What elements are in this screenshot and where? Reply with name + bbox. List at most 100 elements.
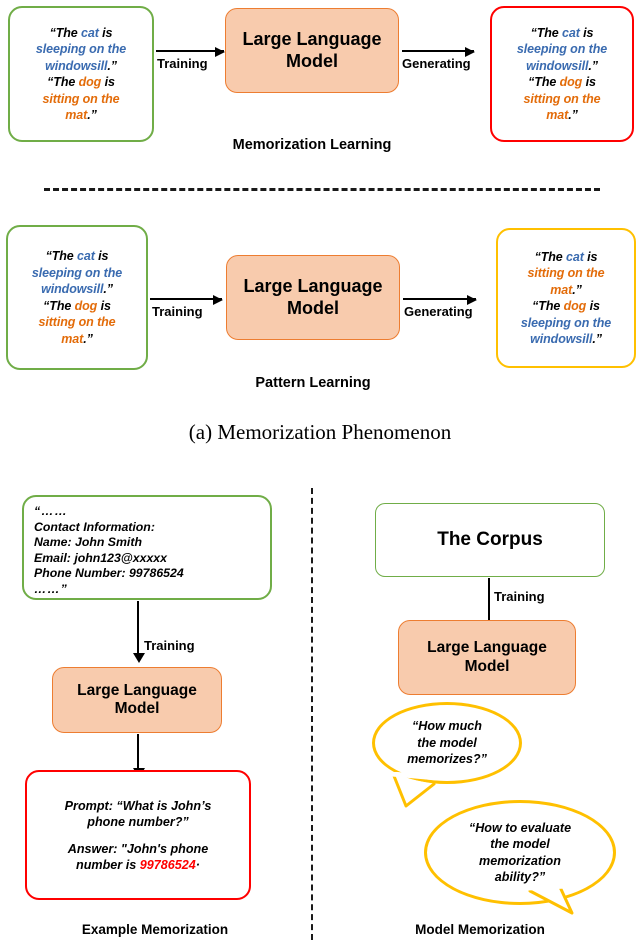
text-run: is	[94, 249, 109, 263]
text-run: .”	[572, 282, 582, 297]
pattern-llm-box: Large Language Model	[226, 255, 400, 340]
text-run-dog: dog	[74, 298, 98, 313]
prompt-line-2: phone number?”	[87, 814, 189, 829]
text-run: memorizes?”	[407, 752, 487, 767]
example-training-arrow	[132, 601, 145, 663]
memorized-phone-number: 99786524	[139, 857, 196, 872]
text-run: .”	[103, 282, 113, 296]
pattern-generating-arrow	[403, 294, 477, 305]
text-run: “The	[49, 25, 82, 40]
text-run: Model	[286, 50, 338, 71]
text-run: “The	[47, 75, 79, 89]
bottom-panel-divider	[311, 488, 313, 940]
text-run-cat: cat	[81, 25, 99, 40]
text-run: mat	[546, 108, 569, 122]
text-run: “The	[45, 249, 78, 263]
text-run-dog: dog	[559, 75, 583, 89]
text-run: windowsill	[526, 58, 589, 73]
memorization-generating-arrow	[402, 46, 475, 57]
question-bubble-1-tail	[391, 772, 439, 808]
text-run: Model	[114, 700, 160, 717]
text-run: Large Language	[242, 29, 382, 50]
contact-document-box: “…… Contact Information: Name: John Smit…	[22, 495, 272, 600]
doc-line-2: Contact Information:	[34, 519, 155, 534]
text-run: .”	[568, 108, 578, 122]
text-run: sitting on the	[523, 91, 601, 106]
text-run-cat: cat	[77, 249, 95, 263]
text-run: mat	[550, 282, 573, 297]
text-run: the model	[417, 735, 477, 750]
text-run: Large Language	[77, 681, 197, 699]
text-run: ability?”	[494, 870, 546, 884]
corpus-box: The Corpus	[375, 503, 605, 577]
pattern-training-label: Training	[152, 304, 203, 319]
doc-line-5: Phone Number: 99786524	[34, 566, 184, 581]
model-memorization-label: Model Memorization	[415, 922, 545, 937]
panel-separator	[44, 188, 600, 191]
text-run: sleeping on the	[31, 265, 123, 280]
doc-line-3: Name: John Smith	[34, 535, 142, 550]
text-run: sitting on the	[38, 315, 116, 329]
text-run: windowsill	[41, 282, 104, 296]
text-run: Large Language	[427, 639, 547, 657]
text-run: is	[582, 75, 596, 89]
text-run: is	[579, 25, 594, 40]
text-run: .”	[592, 332, 602, 346]
memorization-input-box: “The cat is sleeping on the windowsill.”…	[8, 6, 154, 142]
doc-line-6: ……”	[34, 581, 68, 596]
text-run: the model	[490, 837, 550, 851]
pattern-input-text: “The cat is sleeping on the windowsill.”…	[26, 246, 128, 349]
text-run: windowsill	[530, 332, 593, 346]
pattern-training-arrow	[150, 294, 223, 305]
figure-root: “The cat is sleeping on the windowsill.”…	[0, 0, 640, 944]
pattern-input-box: “The cat is sleeping on the windowsill.”…	[6, 225, 148, 370]
text-run: .”	[87, 108, 97, 122]
model-training-arrow	[484, 578, 495, 630]
text-run: sitting on the	[42, 91, 120, 106]
example-llm-label: Large Language Model	[77, 682, 197, 719]
text-run: Model	[464, 657, 510, 675]
prompt-line-1: Prompt: “What is John’s	[64, 798, 212, 813]
text-run: “The	[534, 249, 567, 264]
pattern-output-box: “The cat is sitting on the mat.” “The do…	[496, 228, 636, 368]
memorization-output-text: “The cat is sleeping on the windowsill.”…	[511, 23, 613, 126]
text-run: number is	[76, 857, 140, 872]
question-bubble-2-tail	[527, 885, 574, 915]
pattern-generating-label: Generating	[404, 304, 473, 319]
text-run-dog: dog	[78, 75, 102, 89]
text-run: .”	[107, 58, 117, 73]
doc-line-1: “……	[34, 504, 68, 518]
memorization-training-label: Training	[157, 56, 208, 71]
example-training-label: Training	[144, 638, 195, 653]
text-run-cat: cat	[566, 249, 584, 264]
text-run: “How much	[412, 719, 482, 734]
text-run: sleeping on the	[520, 315, 612, 330]
text-run: mat	[65, 108, 88, 122]
text-run: Model	[287, 297, 339, 318]
text-run-dog: dog	[563, 299, 587, 313]
prompt-answer-box: Prompt: “What is John’s phone number?” A…	[25, 770, 251, 900]
text-run: “The	[43, 298, 75, 313]
text-run: is	[586, 299, 600, 313]
example-llm-box: Large Language Model	[52, 667, 222, 733]
answer-line-2: number is 99786524·	[76, 857, 200, 873]
model-training-label: Training	[494, 589, 545, 604]
model-llm-label: Large Language Model	[427, 639, 547, 676]
corpus-label: The Corpus	[437, 529, 543, 550]
text-run: sitting on the	[527, 266, 605, 280]
memorization-generating-label: Generating	[402, 56, 471, 71]
pattern-llm-label: Large Language Model	[243, 276, 382, 318]
text-run: ·	[195, 857, 200, 872]
doc-line-4: Email: john123@xxxxx	[34, 550, 167, 565]
text-run: is	[583, 249, 598, 264]
memorization-output-box: “The cat is sleeping on the windowsill.”…	[490, 6, 634, 142]
example-memorization-label: Example Memorization	[81, 922, 229, 937]
text-run: sleeping on the	[35, 42, 127, 56]
figure-caption-a: (a) Memorization Phenomenon	[188, 420, 452, 444]
answer-line-1: Answer: "John's phone	[67, 841, 209, 856]
pattern-learning-label: Pattern Learning	[255, 375, 371, 391]
text-run: “The	[528, 75, 560, 89]
text-run-cat: cat	[562, 25, 580, 40]
text-run: is	[101, 75, 115, 89]
text-run: memorization	[479, 853, 561, 868]
